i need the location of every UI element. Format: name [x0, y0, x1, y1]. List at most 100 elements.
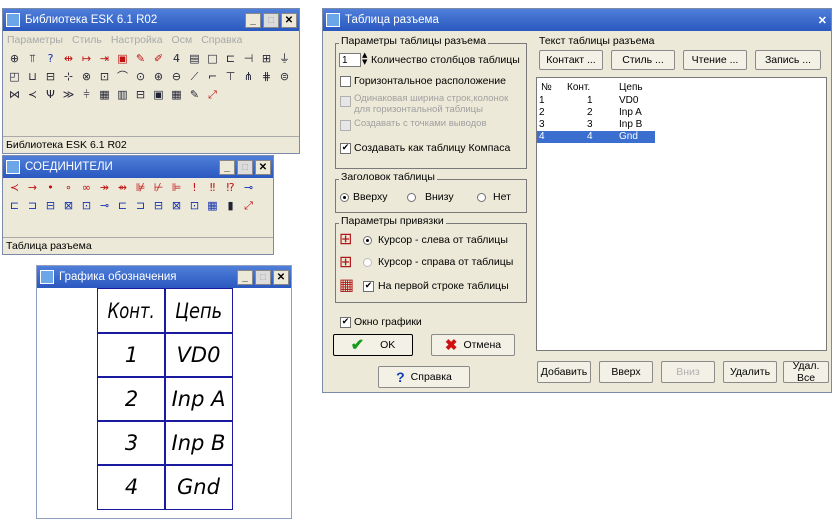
close-button[interactable]: ✕: [281, 12, 297, 28]
table-conn-tool-icon[interactable]: ▦: [205, 198, 220, 213]
delete-all-button[interactable]: Удал. Все: [783, 360, 829, 384]
double-arrow-tool-icon[interactable]: ↠: [97, 180, 112, 195]
relay-tool-icon[interactable]: ⊔: [25, 69, 40, 84]
menu-style[interactable]: Стиль: [72, 34, 102, 46]
graph-window-checkbox[interactable]: ✔: [340, 317, 351, 328]
diode-tool-icon[interactable]: ⊣: [241, 51, 256, 66]
header-top-radio[interactable]: [340, 193, 349, 202]
antenna-tool-icon[interactable]: Ψ: [43, 87, 58, 102]
up-button[interactable]: Вверх: [599, 361, 653, 383]
cross-tool-icon[interactable]: ⊹: [61, 69, 76, 84]
minimize-button[interactable]: _: [219, 159, 235, 175]
add-button[interactable]: Добавить: [537, 361, 591, 383]
list-item[interactable]: 2 2 Inp A: [537, 107, 655, 119]
bind-right-radio[interactable]: [363, 258, 372, 267]
grid-tool-icon[interactable]: ⊟: [133, 87, 148, 102]
pin9-tool-icon[interactable]: ⊐: [133, 198, 148, 213]
line-tool-icon[interactable]: ⊖: [169, 69, 184, 84]
marker-tool-icon[interactable]: ▣: [115, 51, 130, 66]
pin-tool-icon[interactable]: ⫪: [25, 51, 40, 66]
library-titlebar[interactable]: Библиотека ESK 6.1 R02 _ □ ✕: [3, 9, 299, 31]
wire2-tool-icon[interactable]: ↦: [79, 51, 94, 66]
delete-button[interactable]: Удалить: [723, 361, 777, 383]
columns-spinner[interactable]: 1: [339, 53, 361, 67]
wire3-tool-icon[interactable]: ⇥: [97, 51, 112, 66]
menu-osm[interactable]: Осм: [172, 34, 193, 46]
write-button[interactable]: Запись ...: [755, 50, 821, 70]
bar-tool-icon[interactable]: ▮: [223, 198, 238, 213]
fuse-tool-icon[interactable]: ⌐: [205, 69, 220, 84]
terminal-tool-icon[interactable]: ▥: [115, 87, 130, 102]
coil-tool-icon[interactable]: ⋔: [241, 69, 256, 84]
cap-tool-icon[interactable]: ⊏: [223, 51, 238, 66]
header-bottom-radio[interactable]: [407, 193, 416, 202]
menu-params[interactable]: Параметры: [7, 34, 63, 46]
close-button[interactable]: ✕: [255, 159, 271, 175]
cancel-button[interactable]: ✖ Отмена: [431, 334, 515, 356]
plug-tool-icon[interactable]: ⇴: [115, 180, 130, 195]
minimize-button[interactable]: _: [237, 269, 253, 285]
ground-tool-icon[interactable]: ⏚: [277, 51, 292, 66]
exclaim2-tool-icon[interactable]: ‼: [205, 180, 220, 195]
ring-tool-icon[interactable]: ∘: [61, 180, 76, 195]
settings-tool-icon[interactable]: ⊕: [7, 51, 22, 66]
switch-tool-icon[interactable]: ⟋: [187, 69, 202, 84]
special-tool-icon[interactable]: ⤢: [205, 87, 220, 102]
pin2-tool-icon[interactable]: ⊏: [7, 198, 22, 213]
exclaim3-tool-icon[interactable]: ⁉: [223, 180, 238, 195]
pen-tool-icon[interactable]: ✐: [151, 51, 166, 66]
dot-tool-icon[interactable]: •: [43, 180, 58, 195]
socket3-tool-icon[interactable]: ⊫: [169, 180, 184, 195]
first-row-checkbox[interactable]: ✔: [363, 281, 374, 292]
socket-tool-icon[interactable]: ⊯: [133, 180, 148, 195]
list-item-selected[interactable]: 4 4 Gnd: [537, 131, 655, 143]
kompas-checkbox[interactable]: ✔: [340, 143, 351, 154]
pin10-tool-icon[interactable]: ⊟: [151, 198, 166, 213]
ring2-tool-icon[interactable]: ∞: [79, 180, 94, 195]
motor-tool-icon[interactable]: ⋕: [259, 69, 274, 84]
help-button[interactable]: ? Справка: [378, 366, 470, 388]
menu-settings[interactable]: Настройка: [111, 34, 163, 46]
ok-button[interactable]: ✔ OK: [333, 334, 413, 356]
pin5-tool-icon[interactable]: ⊠: [61, 198, 76, 213]
wire-tool-icon[interactable]: ⇹: [61, 51, 76, 66]
pin4-tool-icon[interactable]: ⊟: [43, 198, 58, 213]
exclaim-tool-icon[interactable]: !: [187, 180, 202, 195]
pin1-tool-icon[interactable]: ⊸: [241, 180, 256, 195]
header-none-radio[interactable]: [477, 193, 486, 202]
bind-left-radio[interactable]: [363, 236, 372, 245]
graphics-titlebar[interactable]: Графика обозначения _ □ ✕: [37, 266, 291, 288]
lamp-tool-icon[interactable]: ⊛: [151, 69, 166, 84]
arrow-tool-icon[interactable]: ≺: [25, 87, 40, 102]
bus-tool-icon[interactable]: ⫩: [79, 87, 94, 102]
contacts-list[interactable]: № Конт. Цепь 1 1 VD0 2 2 Inp A 3 3 Inp B…: [536, 77, 827, 351]
shift-tool-icon[interactable]: ≫: [61, 87, 76, 102]
node-tool-icon[interactable]: ⊗: [79, 69, 94, 84]
frame-tool-icon[interactable]: ◰: [7, 69, 22, 84]
pin8-tool-icon[interactable]: ⊏: [115, 198, 130, 213]
pin6-tool-icon[interactable]: ⊡: [79, 198, 94, 213]
dialog-titlebar[interactable]: Таблица разъема ✕: [323, 9, 831, 31]
conn-tool-icon[interactable]: ≺: [7, 180, 22, 195]
box-tool-icon[interactable]: □: [205, 51, 220, 66]
read-button[interactable]: Чтение ...: [683, 50, 747, 70]
note-tool-icon[interactable]: ▤: [187, 51, 202, 66]
pin7-tool-icon[interactable]: ⊸: [97, 198, 112, 213]
spinner-arrows-icon[interactable]: ▲ ▼: [362, 52, 367, 66]
list-item[interactable]: 3 3 Inp B: [537, 119, 655, 131]
sheet-tool-icon[interactable]: ▦: [169, 87, 184, 102]
edit-tool-icon[interactable]: ✎: [187, 87, 202, 102]
earth-tool-icon[interactable]: ⊤: [223, 69, 238, 84]
close-icon[interactable]: ✕: [818, 14, 827, 27]
minimize-button[interactable]: _: [245, 12, 261, 28]
arc-tool-icon[interactable]: ⌒: [115, 69, 130, 84]
help-tool-icon[interactable]: ?: [43, 51, 58, 66]
connectors-titlebar[interactable]: СОЕДИНИТЕЛИ _ □ ✕: [3, 156, 273, 178]
style-button[interactable]: Стиль ...: [611, 50, 675, 70]
edit-conn-tool-icon[interactable]: ⤢: [241, 198, 256, 213]
pin11-tool-icon[interactable]: ⊠: [169, 198, 184, 213]
horizontal-checkbox[interactable]: [340, 76, 351, 87]
arrow-tool-icon[interactable]: →: [25, 180, 40, 195]
menu-help[interactable]: Справка: [201, 34, 242, 46]
res-tool-icon[interactable]: ⊟: [43, 69, 58, 84]
